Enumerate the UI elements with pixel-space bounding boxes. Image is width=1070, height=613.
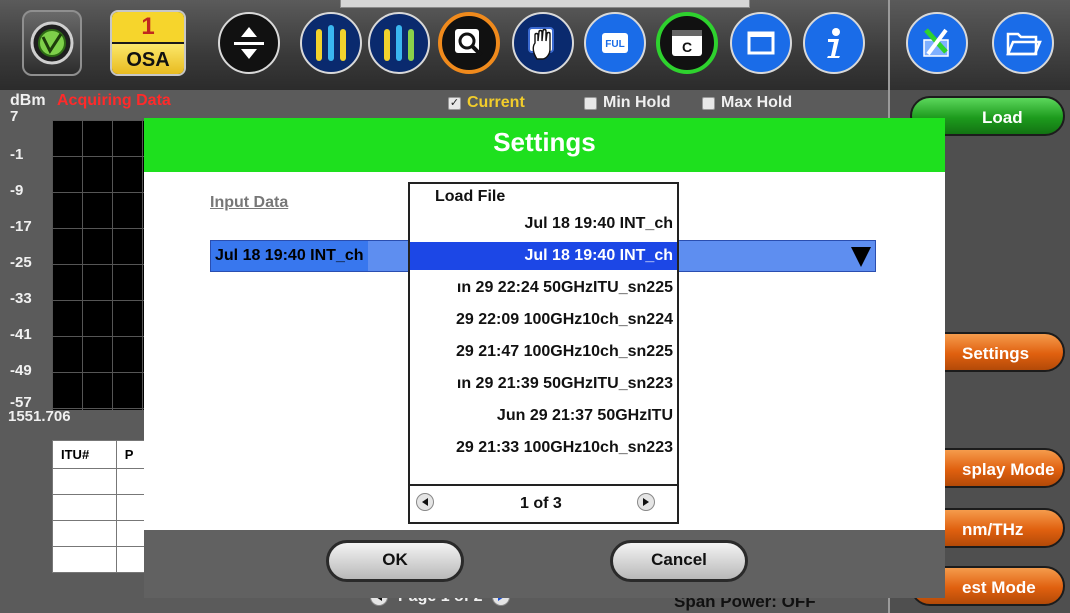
dropdown-title: Load File bbox=[435, 188, 506, 205]
marker-two-button[interactable] bbox=[368, 12, 430, 74]
dropdown-option[interactable]: 29 22:09 100GHz10ch_sn224 bbox=[456, 306, 673, 334]
table-row[interactable] bbox=[52, 520, 148, 547]
table-cell bbox=[52, 520, 117, 547]
y-tick: -1 bbox=[10, 146, 24, 163]
info-button[interactable] bbox=[803, 12, 865, 74]
current-label: Current bbox=[467, 94, 525, 111]
dropdown-option[interactable]: Jun 29 21:37 50GHzITU bbox=[497, 402, 673, 430]
table-cell bbox=[115, 494, 148, 521]
min-hold-checkbox[interactable]: Min Hold bbox=[584, 94, 671, 112]
table-row[interactable] bbox=[52, 468, 148, 495]
table-cell bbox=[52, 546, 117, 573]
module-number: 1 bbox=[112, 12, 184, 42]
table-cell bbox=[115, 520, 148, 547]
dialog-footer: OK Cancel bbox=[144, 530, 945, 598]
table-header-row: ITU# P bbox=[52, 440, 148, 469]
itu-table: ITU# P bbox=[52, 440, 148, 573]
dropdown-option[interactable]: ın 29 21:39 50GHzITU_sn223 bbox=[457, 370, 673, 398]
acquisition-status: Acquiring Data bbox=[57, 92, 171, 109]
zoom-icon bbox=[455, 29, 483, 57]
zoom-button[interactable] bbox=[438, 12, 500, 74]
cancel-button[interactable]: Cancel bbox=[610, 540, 748, 582]
y-tick: -49 bbox=[10, 362, 32, 379]
input-data-label: Input Data bbox=[210, 194, 289, 211]
table-row[interactable] bbox=[52, 546, 148, 573]
full-view-button[interactable]: FUL bbox=[584, 12, 646, 74]
max-hold-checkbox[interactable]: Max Hold bbox=[702, 94, 792, 112]
channel-icon: C bbox=[672, 30, 702, 56]
checkmark-icon: ✓ bbox=[448, 96, 461, 110]
home-icon bbox=[30, 21, 74, 65]
table-cell bbox=[52, 468, 117, 495]
column-header-p: P bbox=[115, 440, 148, 469]
right-panel-top bbox=[888, 0, 1070, 90]
dropdown-page-label: 1 of 3 bbox=[520, 495, 562, 512]
input-data-value: Jul 18 19:40 INT_ch bbox=[211, 241, 368, 271]
tools-button[interactable] bbox=[906, 12, 968, 74]
dropdown-option[interactable]: ın 29 22:24 50GHzITU_sn225 bbox=[457, 274, 673, 302]
y-tick: -41 bbox=[10, 326, 32, 343]
x-axis-start: 1551.706 bbox=[8, 408, 71, 425]
y-tick: -25 bbox=[10, 254, 32, 271]
load-file-dropdown: Load File Jul 18 19:40 INT_ch Jul 18 19:… bbox=[408, 182, 679, 524]
settings-dialog: Settings Input Data Jul 18 19:40 INT_ch … bbox=[144, 118, 945, 598]
marker-one-icon bbox=[316, 25, 346, 61]
window-icon bbox=[747, 31, 775, 55]
dropdown-prev-button[interactable] bbox=[416, 493, 434, 511]
table-cell bbox=[52, 494, 117, 521]
module-label: OSA bbox=[112, 44, 184, 74]
info-icon bbox=[827, 28, 840, 58]
dropdown-next-button[interactable] bbox=[637, 493, 655, 511]
current-checkbox[interactable]: ✓ Current bbox=[448, 94, 525, 112]
arrow-left-icon bbox=[422, 498, 428, 506]
y-tick: -9 bbox=[10, 182, 24, 199]
table-cell bbox=[115, 468, 148, 495]
tools-icon bbox=[923, 28, 949, 57]
table-cell bbox=[115, 546, 148, 573]
dropdown-option[interactable]: 29 21:33 100GHz10ch_sn223 bbox=[456, 434, 673, 462]
y-tick: -33 bbox=[10, 290, 32, 307]
vertical-scale-icon bbox=[234, 27, 264, 59]
y-tick: 7 bbox=[10, 108, 19, 125]
osa-module-button[interactable]: 1 OSA bbox=[110, 10, 186, 76]
pan-hand-icon bbox=[528, 27, 554, 60]
ok-button[interactable]: OK bbox=[326, 540, 464, 582]
home-button[interactable] bbox=[22, 10, 82, 76]
checkbox-empty-icon bbox=[584, 96, 597, 110]
window-button[interactable] bbox=[730, 12, 792, 74]
column-header-itu: ITU# bbox=[52, 440, 117, 469]
top-strip bbox=[340, 0, 750, 8]
marker-two-icon bbox=[384, 25, 414, 61]
min-hold-label: Min Hold bbox=[603, 94, 671, 111]
full-view-text: FUL bbox=[605, 39, 624, 50]
dropdown-pager: 1 of 3 bbox=[410, 484, 677, 522]
marker-one-button[interactable] bbox=[300, 12, 362, 74]
y-tick: -17 bbox=[10, 218, 32, 235]
channel-button[interactable]: C bbox=[656, 12, 718, 74]
checkbox-empty-icon bbox=[702, 96, 715, 110]
spectrum-plot[interactable] bbox=[52, 120, 144, 410]
folder-button[interactable] bbox=[992, 12, 1054, 74]
full-view-icon: FUL bbox=[602, 33, 628, 53]
dropdown-option[interactable]: 29 21:47 100GHz10ch_sn225 bbox=[456, 338, 673, 366]
table-row[interactable] bbox=[52, 494, 148, 521]
dialog-title: Settings bbox=[144, 118, 945, 172]
dropdown-option[interactable]: Jul 18 19:40 INT_ch bbox=[524, 210, 673, 238]
pan-button[interactable] bbox=[512, 12, 574, 74]
dropdown-arrow-icon[interactable] bbox=[851, 247, 871, 267]
max-hold-label: Max Hold bbox=[721, 94, 793, 111]
dropdown-option-selected[interactable]: Jul 18 19:40 INT_ch bbox=[410, 242, 677, 270]
folder-icon bbox=[1006, 32, 1042, 56]
channel-text: C bbox=[682, 39, 692, 55]
arrow-right-icon bbox=[643, 498, 649, 506]
vertical-scale-button[interactable] bbox=[218, 12, 280, 74]
